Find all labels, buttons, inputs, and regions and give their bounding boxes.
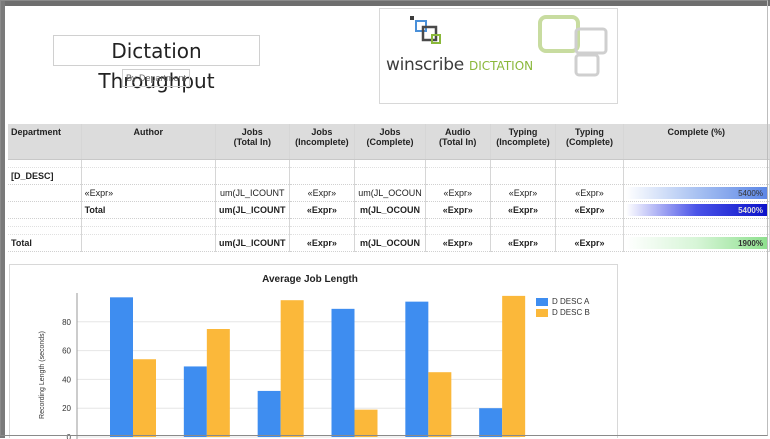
window-frame (0, 0, 768, 436)
